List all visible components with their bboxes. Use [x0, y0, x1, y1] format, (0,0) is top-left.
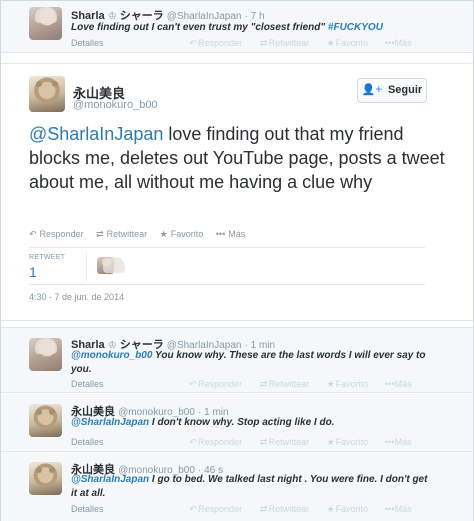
reply-button[interactable]: ↶Responder — [29, 229, 84, 239]
tweet-text-body: Love finding out I can't even trust my "… — [71, 22, 326, 33]
more-icon: ••• — [384, 38, 395, 48]
reply-icon: ↶ — [189, 504, 197, 514]
reply-button[interactable]: ↶Responder — [188, 504, 242, 514]
reply-button[interactable]: ↶Responder — [188, 437, 242, 447]
reply-icon: ↶ — [189, 437, 197, 447]
tweet-actions: ↶ Responder ⇄ Retwittear ★ Favorito ••• Más — [29, 229, 255, 240]
retweet-button[interactable]: ⇄Retwittear — [96, 229, 147, 239]
divider — [29, 284, 425, 285]
tweet-text: @SharlaInJapan I don't know why. Stop ac… — [71, 416, 451, 430]
more-button[interactable]: •••Más — [385, 38, 412, 48]
tweet-timestamp: 4:30 - 7 de jun. de 2014 — [29, 292, 125, 302]
details-link[interactable]: Detalles — [71, 379, 104, 389]
mention-link[interactable]: @monokuro_b00 — [71, 350, 152, 361]
tweet-reply[interactable]: Sharla ♔ シャーラ @SharlaInJapan · 1 min @mo… — [1, 327, 473, 393]
avatar[interactable] — [29, 462, 62, 495]
more-button[interactable]: •••Más — [385, 504, 412, 514]
follow-label: Seguir — [387, 84, 423, 96]
star-icon: ★ — [326, 504, 335, 514]
more-button[interactable]: •••Más — [385, 379, 412, 389]
retweet-button[interactable]: ⇄Retwittear — [259, 38, 309, 48]
tweet-text: @SharlaInJapan I go to bed. We talked la… — [71, 473, 431, 501]
tweet-actions: Detalles ↶Responder ⇄Retwittear ★Favorit… — [71, 38, 412, 49]
mention-link[interactable]: @SharlaInJapan — [29, 124, 163, 144]
more-icon: ••• — [215, 229, 226, 239]
favorite-button[interactable]: ★Favorito — [160, 229, 204, 239]
retweet-label: RETWEET — [29, 254, 66, 261]
conversation-view: Sharla ♔ シャーラ @SharlaInJapan · 7 h Love … — [0, 0, 474, 521]
more-icon: ••• — [384, 437, 395, 447]
reply-button[interactable]: ↶Responder — [188, 379, 242, 389]
retweet-icon: ⇄ — [259, 379, 268, 389]
tweet-text-body: I don't know why. Stop acting like I do. — [149, 417, 335, 428]
details-link[interactable]: Detalles — [71, 437, 104, 447]
more-icon: ••• — [384, 504, 395, 514]
hashtag-link[interactable]: #FUCKYOU — [328, 22, 383, 33]
mention-link[interactable]: @SharlaInJapan — [71, 474, 149, 485]
tweet-actions: Detalles ↶Responder ⇄Retwittear ★Favorit… — [71, 437, 412, 448]
favorite-button[interactable]: ★Favorito — [326, 437, 369, 447]
mention-link[interactable]: @SharlaInJapan — [71, 417, 149, 428]
avatar[interactable] — [29, 404, 62, 437]
avatar[interactable] — [29, 7, 62, 40]
retweet-count[interactable]: 1 — [29, 264, 37, 280]
add-user-icon: 👤+ — [361, 84, 382, 96]
tweet-text: @SharlaInJapan love finding out that my … — [29, 122, 449, 194]
retweet-button[interactable]: ⇄Retwittear — [259, 379, 309, 389]
details-link[interactable]: Detalles — [71, 38, 104, 48]
reply-icon: ↶ — [29, 229, 37, 239]
tweet-text: Love finding out I can't even trust my "… — [71, 21, 461, 35]
retweet-icon: ⇄ — [259, 38, 268, 48]
retweeter-avatar[interactable] — [97, 257, 125, 274]
star-icon: ★ — [326, 379, 335, 389]
star-icon: ★ — [326, 38, 335, 48]
tweet-reply[interactable]: 永山美良 @monokuro_b00 · 1 min @SharlaInJapa… — [1, 394, 473, 452]
reply-button[interactable]: ↶Responder — [188, 38, 242, 48]
avatar[interactable] — [29, 76, 65, 112]
divider — [86, 253, 87, 281]
divider — [29, 247, 425, 248]
retweet-icon: ⇄ — [96, 229, 104, 239]
retweet-button[interactable]: ⇄Retwittear — [259, 437, 309, 447]
follow-button[interactable]: 👤+ Seguir — [357, 78, 427, 103]
favorite-button[interactable]: ★Favorito — [326, 38, 369, 48]
reply-icon: ↶ — [189, 379, 197, 389]
details-link[interactable]: Detalles — [71, 504, 104, 514]
tweet-sharla-top[interactable]: Sharla ♔ シャーラ @SharlaInJapan · 7 h Love … — [1, 1, 473, 53]
retweet-icon: ⇄ — [259, 437, 268, 447]
more-button[interactable]: •••Más — [216, 229, 245, 239]
tweet-reply[interactable]: 永山美良 @monokuro_b00 · 46 s @SharlaInJapan… — [1, 453, 473, 521]
favorite-button[interactable]: ★Favorito — [326, 379, 369, 389]
more-icon: ••• — [384, 379, 395, 389]
tweet-actions: Detalles ↶Responder ⇄Retwittear ★Favorit… — [71, 379, 412, 390]
star-icon: ★ — [159, 229, 168, 239]
author-handle[interactable]: @monokuro_b00 — [73, 99, 158, 111]
retweet-icon: ⇄ — [259, 504, 268, 514]
reply-icon: ↶ — [189, 38, 197, 48]
favorite-button[interactable]: ★Favorito — [326, 504, 369, 514]
retweet-button[interactable]: ⇄Retwittear — [259, 504, 309, 514]
tweet-actions: Detalles ↶Responder ⇄Retwittear ★Favorit… — [71, 504, 412, 515]
avatar[interactable] — [29, 338, 62, 371]
more-button[interactable]: •••Más — [385, 437, 412, 447]
star-icon: ★ — [326, 437, 335, 447]
tweet-text: @monokuro_b00 You know why. These are th… — [71, 349, 441, 377]
